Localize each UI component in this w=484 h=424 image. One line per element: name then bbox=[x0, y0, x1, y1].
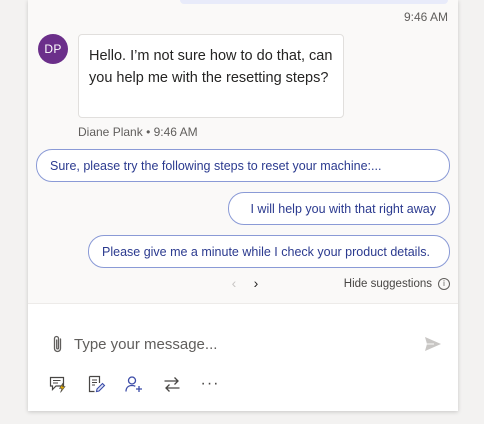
more-icon[interactable]: ··· bbox=[200, 374, 220, 394]
consult-icon[interactable] bbox=[124, 374, 144, 394]
suggestion-button-2[interactable]: I will help you with that right away bbox=[228, 192, 450, 225]
conversation-panel: 9:46 AM DP Hello. I’m not sure how to do… bbox=[28, 0, 458, 411]
send-icon[interactable] bbox=[424, 336, 442, 352]
chevron-left-icon[interactable]: ‹ bbox=[228, 275, 240, 291]
suggestion-button-1[interactable]: Sure, please try the following steps to … bbox=[36, 149, 450, 182]
hide-suggestions-label: Hide suggestions bbox=[343, 278, 432, 290]
message-time: 9:46 AM bbox=[153, 125, 198, 139]
composer-toolbar: ··· bbox=[48, 374, 220, 394]
suggestion-label: Please give me a minute while I check yo… bbox=[102, 244, 430, 259]
message-input[interactable] bbox=[74, 332, 404, 356]
suggestion-button-3[interactable]: Please give me a minute while I check yo… bbox=[88, 235, 450, 268]
avatar: DP bbox=[38, 34, 68, 64]
message-meta: Diane Plank • 9:46 AM bbox=[78, 125, 198, 139]
incoming-message-bubble: Hello. I’m not sure how to do that, can … bbox=[78, 34, 344, 118]
sender-name: Diane Plank bbox=[78, 125, 143, 139]
incoming-message-text: Hello. I’m not sure how to do that, can … bbox=[89, 48, 333, 86]
chevron-right-icon[interactable]: › bbox=[250, 275, 262, 291]
suggestion-pager: ‹ › bbox=[228, 275, 262, 291]
meta-separator: • bbox=[146, 125, 154, 139]
transfer-icon[interactable] bbox=[162, 374, 182, 394]
previous-message-time: 9:46 AM bbox=[403, 10, 448, 24]
previous-message-bubble bbox=[180, 0, 448, 4]
composer: ··· bbox=[28, 303, 458, 411]
info-icon[interactable]: i bbox=[438, 278, 450, 290]
hide-suggestions-button[interactable]: Hide suggestions i bbox=[344, 278, 450, 290]
suggestion-label: Sure, please try the following steps to … bbox=[50, 158, 382, 173]
paperclip-icon[interactable] bbox=[50, 334, 66, 354]
quick-replies-icon[interactable] bbox=[48, 374, 68, 394]
suggestion-label: I will help you with that right away bbox=[250, 201, 436, 216]
notes-icon[interactable] bbox=[86, 374, 106, 394]
